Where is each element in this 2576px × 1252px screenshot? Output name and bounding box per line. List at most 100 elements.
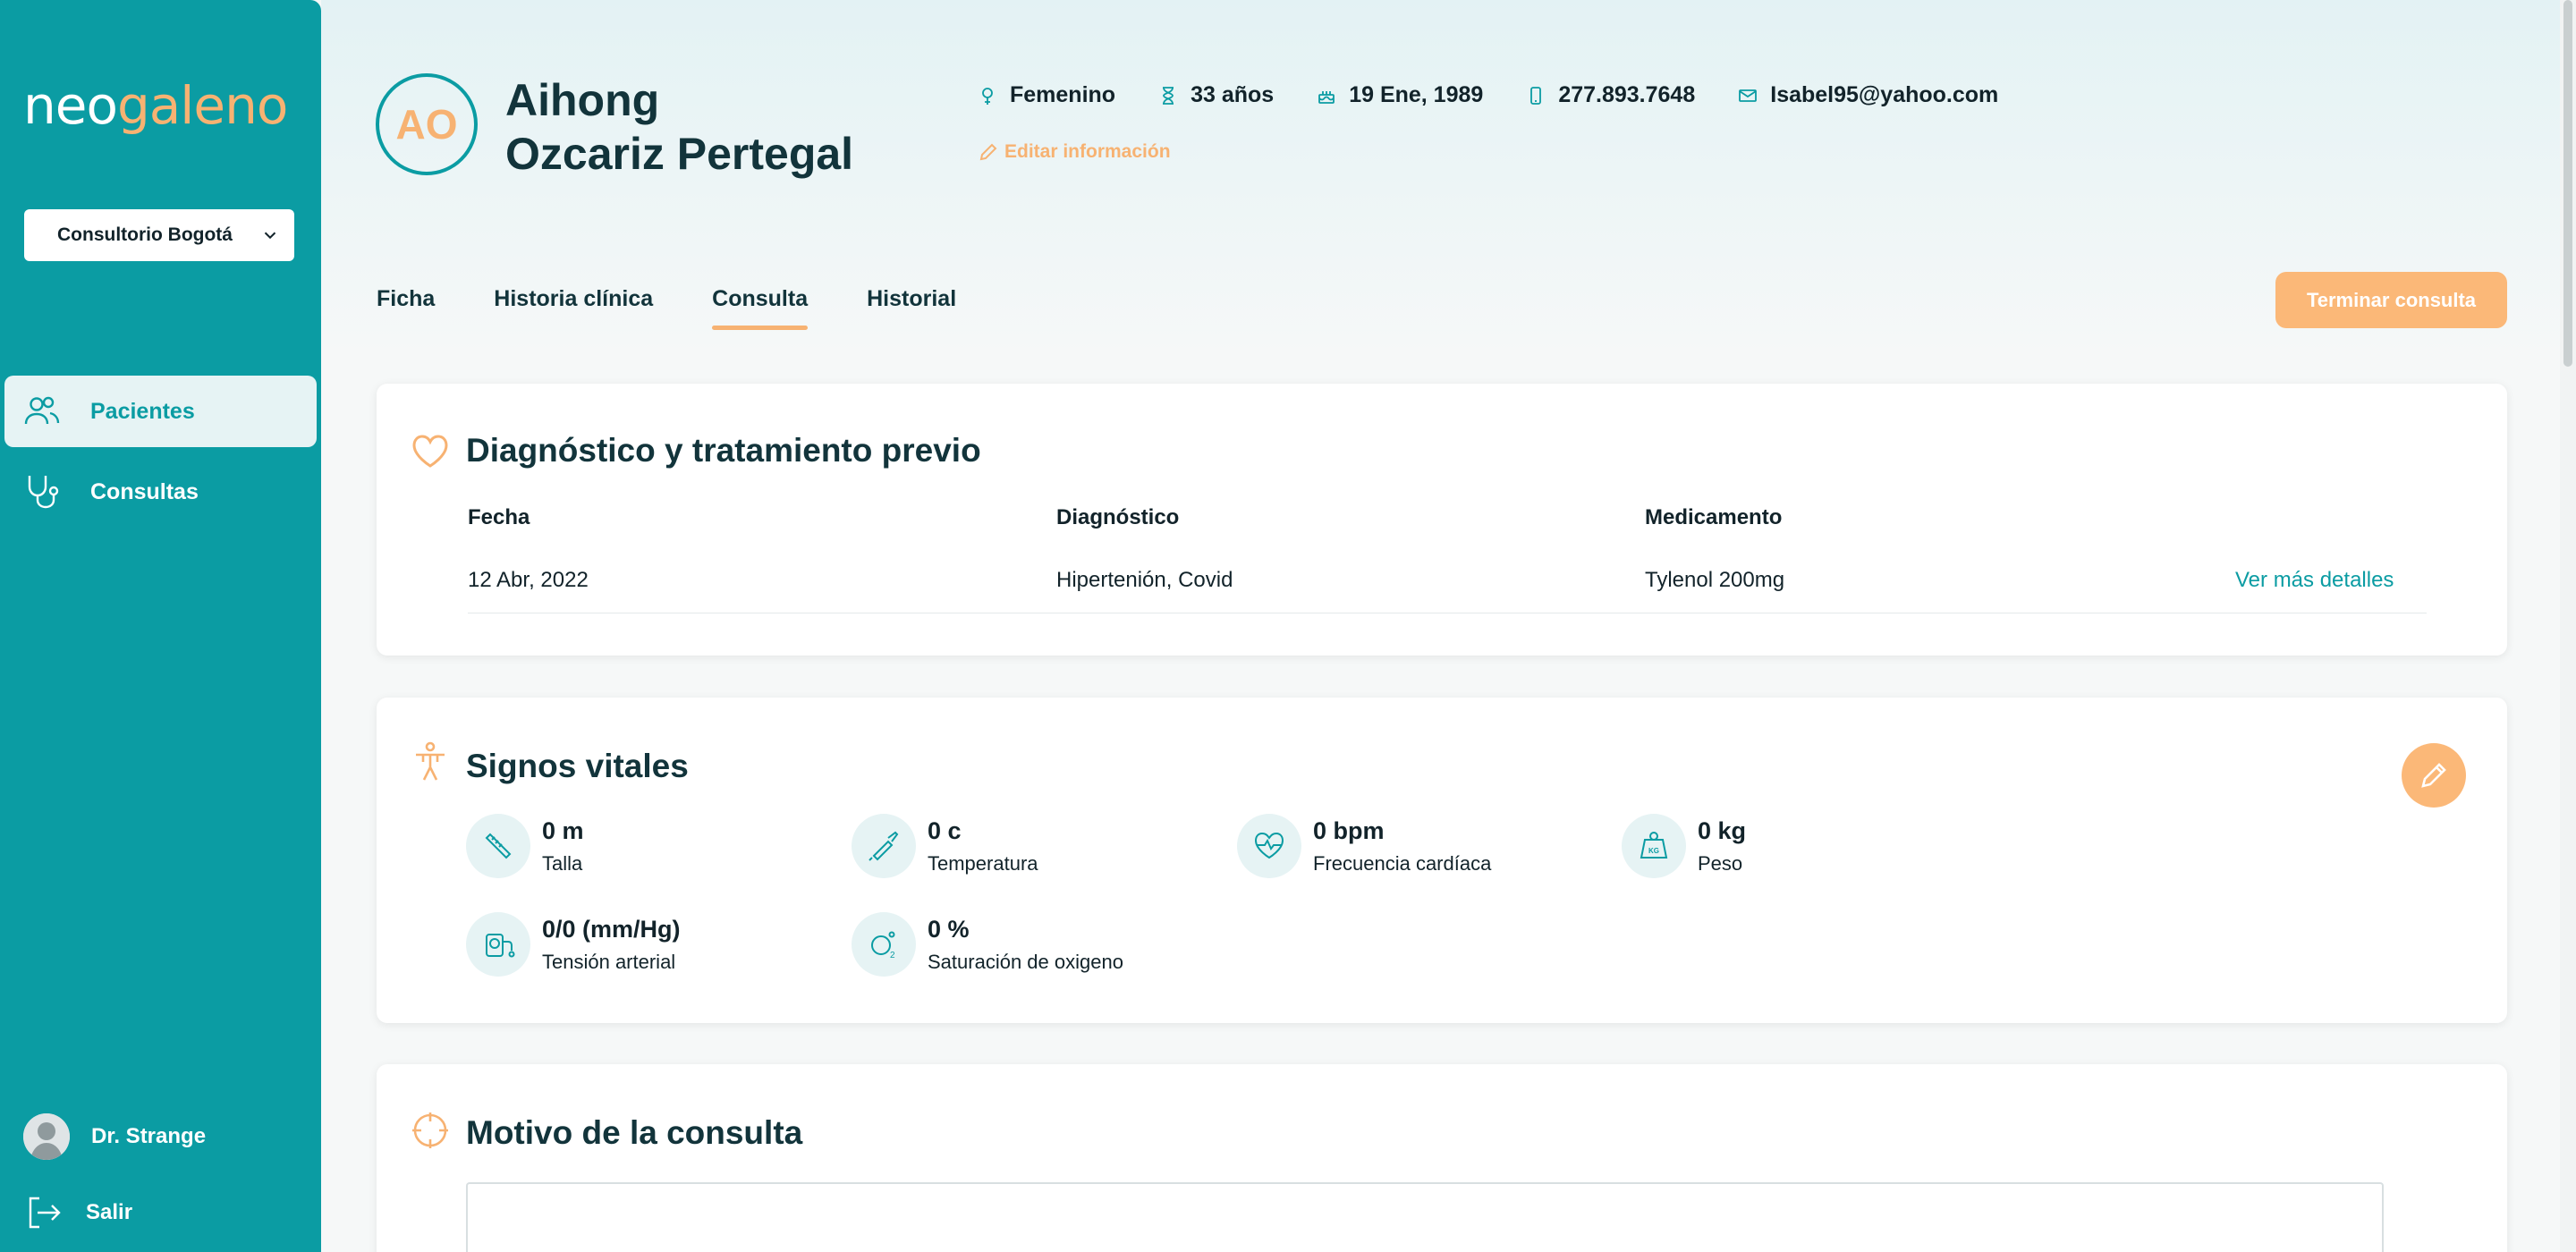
heart-icon <box>412 435 448 468</box>
vital-peso: KG 0 kg Peso <box>1622 814 1746 878</box>
users-icon <box>24 396 60 425</box>
vital-saturacion: 2 0 % Saturación de oxigeno <box>852 912 1123 977</box>
logout-label: Salir <box>86 1200 133 1224</box>
tab-historia-clinica[interactable]: Historia clínica <box>494 286 653 332</box>
sidebar-item-label: Pacientes <box>90 398 195 424</box>
vital-label: Talla <box>542 852 583 875</box>
vital-tension: 0/0 (mm/Hg) Tensión arterial <box>466 912 681 977</box>
cell-date: 12 Abr, 2022 <box>468 568 589 592</box>
diagnosis-card: Diagnóstico y tratamiento previo Fecha D… <box>377 384 2507 656</box>
vital-value: 0/0 (mm/Hg) <box>542 916 681 943</box>
vital-temperatura: 0 c Temperatura <box>852 814 1038 878</box>
column-header: Medicamento <box>1645 505 1783 529</box>
cake-icon <box>1318 90 1335 104</box>
vital-label: Frecuencia cardíaca <box>1313 852 1492 875</box>
sidebar-item-consultas[interactable]: Consultas <box>4 456 317 528</box>
blood-pressure-icon <box>466 912 530 977</box>
birthdate-value: 19 Ene, 1989 <box>1349 82 1484 107</box>
reason-card: Motivo de la consulta <box>377 1064 2507 1252</box>
vital-label: Peso <box>1698 852 1743 875</box>
patient-gender: Femenino <box>978 82 1115 108</box>
svg-text:KG: KG <box>1648 847 1659 855</box>
cell-diagnosis: Hipertenión, Covid <box>1056 568 1233 592</box>
tab-bar: Ficha Historia clínica Consulta Historia… <box>377 286 1015 332</box>
logo-part-neo: neo <box>23 75 118 136</box>
column-header: Diagnóstico <box>1056 505 1180 529</box>
edit-info-label: Editar información <box>1004 141 1171 162</box>
reason-textarea[interactable] <box>466 1182 2384 1252</box>
sidebar-item-pacientes[interactable]: Pacientes <box>4 376 317 447</box>
user-avatar-icon <box>23 1113 70 1160</box>
vital-value: 0 c <box>928 817 962 844</box>
patient-initials-avatar: AO <box>376 73 478 175</box>
vital-value: 0 m <box>542 817 584 844</box>
patient-birthdate: 19 Ene, 1989 <box>1317 82 1483 108</box>
sidebar-item-label: Consultas <box>90 478 199 504</box>
tab-label: Consulta <box>712 286 809 311</box>
clinic-select[interactable]: Consultorio Bogotá <box>24 209 294 261</box>
vitals-title: Signos vitales <box>466 748 689 784</box>
table-row: 12 Abr, 2022 Hipertenión, Covid Tylenol … <box>468 568 2427 613</box>
patient-age: 33 años <box>1158 82 1274 108</box>
user-name: Dr. Strange <box>91 1124 207 1148</box>
finish-consultation-button[interactable]: Terminar consulta <box>2275 272 2507 328</box>
target-icon <box>412 1112 448 1148</box>
brand-logo[interactable]: neogaleno <box>23 75 288 136</box>
scrollbar-thumb[interactable] <box>2563 0 2572 367</box>
svg-text:2: 2 <box>890 951 895 960</box>
weight-icon: KG <box>1622 814 1686 878</box>
phone-icon <box>1530 86 1542 105</box>
heart-rate-icon <box>1237 814 1301 878</box>
email-value: Isabel95@yahoo.com <box>1770 82 1999 107</box>
vital-talla: 0 m Talla <box>466 814 584 878</box>
edit-vitals-button[interactable] <box>2402 743 2466 808</box>
patient-phone: 277.893.7648 <box>1526 82 1695 108</box>
reason-title: Motivo de la consulta <box>466 1114 803 1151</box>
patient-email: Isabel95@yahoo.com <box>1738 82 1998 108</box>
oxygen-icon: 2 <box>852 912 916 977</box>
thermometer-icon <box>852 814 916 878</box>
view-details-link[interactable]: Ver más detalles <box>2235 568 2394 593</box>
patient-last-name: Ozcariz Pertegal <box>505 129 854 179</box>
patient-name: Aihong Ozcariz Pertegal <box>505 73 853 181</box>
age-value: 33 años <box>1191 82 1275 107</box>
logout-icon <box>29 1197 61 1229</box>
gender-value: Femenino <box>1010 82 1116 107</box>
user-profile[interactable]: Dr. Strange <box>23 1113 206 1160</box>
diagnosis-table-header: Fecha Diagnóstico Medicamento <box>468 505 2427 530</box>
pencil-icon <box>979 143 997 161</box>
tab-label: Historia clínica <box>494 286 654 311</box>
vital-value: 0 bpm <box>1313 817 1385 844</box>
ruler-icon <box>466 814 530 878</box>
vital-label: Tensión arterial <box>542 951 676 973</box>
diagnosis-title: Diagnóstico y tratamiento previo <box>466 432 981 469</box>
tab-label: Historial <box>867 286 957 311</box>
tab-label: Ficha <box>377 286 436 311</box>
logo-part-galeno: galeno <box>116 75 288 136</box>
body-icon <box>416 741 445 781</box>
vitals-card: Signos vitales 0 m Talla 0 c Temperatura… <box>377 698 2507 1023</box>
tab-consulta[interactable]: Consulta <box>712 286 808 332</box>
avatar <box>23 1113 70 1160</box>
edit-info-link[interactable]: Editar información <box>978 141 1171 163</box>
gender-icon <box>982 87 993 105</box>
vital-value: 0 kg <box>1698 817 1747 844</box>
chevron-down-icon <box>264 232 276 240</box>
logout-button[interactable]: Salir <box>23 1193 132 1232</box>
tab-ficha[interactable]: Ficha <box>377 286 435 332</box>
clinic-select-value: Consultorio Bogotá <box>57 224 233 245</box>
vital-label: Temperatura <box>928 852 1038 875</box>
mail-icon <box>1739 89 1758 102</box>
tab-historial[interactable]: Historial <box>867 286 956 332</box>
vital-value: 0 % <box>928 916 970 943</box>
patient-first-name: Aihong <box>505 75 660 125</box>
vital-label: Saturación de oxigeno <box>928 951 1123 973</box>
scrollbar[interactable] <box>2560 0 2576 1252</box>
pencil-icon <box>2421 763 2446 788</box>
cell-medication: Tylenol 200mg <box>1645 568 1785 592</box>
phone-value: 277.893.7648 <box>1558 82 1696 107</box>
sidebar: neogaleno Consultorio Bogotá Pacientes C… <box>0 0 321 1252</box>
stethoscope-icon <box>28 476 59 509</box>
patient-info-row: Femenino 33 años 19 Ene, 1989 277.893.76… <box>978 82 2041 108</box>
vital-frecuencia: 0 bpm Frecuencia cardíaca <box>1237 814 1491 878</box>
